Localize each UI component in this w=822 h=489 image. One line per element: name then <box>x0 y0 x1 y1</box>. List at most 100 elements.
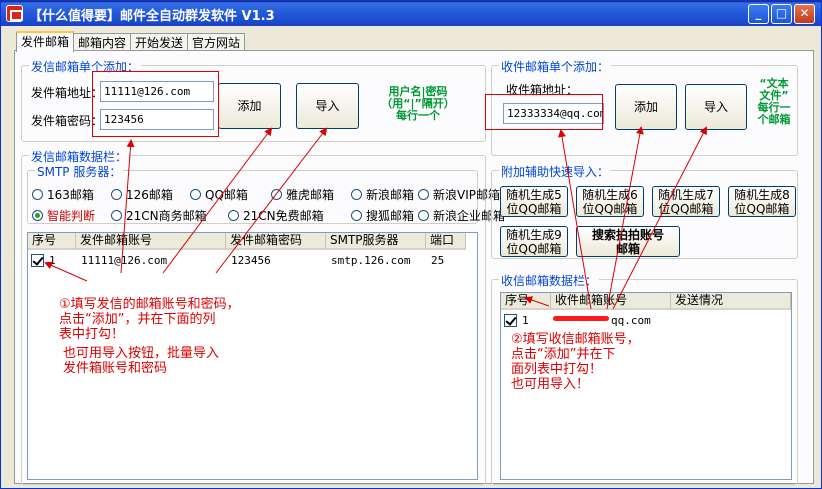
row-no: 1 <box>49 253 56 267</box>
tab-strip: 发件邮箱 邮箱内容 开始发送 官方网站 <box>16 31 246 52</box>
smtp-radio-6[interactable]: 智能判断 <box>32 207 95 224</box>
sender-add-button[interactable]: 添加 <box>218 83 281 129</box>
radio-circle-icon <box>190 189 201 200</box>
random-qq8-label-2: 位QQ邮箱 <box>734 201 790 216</box>
smtp-radio-1[interactable]: 126邮箱 <box>111 186 173 203</box>
smtp-radio-label: 新浪VIP邮箱 <box>433 188 500 202</box>
random-qq9-label-2: 位QQ邮箱 <box>506 241 562 256</box>
mail-app-icon <box>6 5 23 22</box>
table-row[interactable]: 1 11111@126.com 123456 smtp.126.com 25 <box>28 252 466 268</box>
smtp-radio-5[interactable]: 新浪VIP邮箱 <box>418 186 500 203</box>
search-paipai-label-1: 搜索拍拍账号 <box>591 227 664 242</box>
annotation-sender-import-line-2: 发件箱账号和密码 <box>63 361 168 376</box>
row-account: 11111@126.com <box>81 253 168 267</box>
col-recv-account[interactable]: 收件邮箱账号 <box>551 293 671 310</box>
row-no-cell: 1 <box>28 253 76 267</box>
random-qq7-label-1: 随机生成7 <box>658 187 714 202</box>
smtp-radio-0[interactable]: 163邮箱 <box>32 186 94 203</box>
search-paipai-label-2: 邮箱 <box>615 241 640 256</box>
smtp-radio-label: 雅虎邮箱 <box>286 188 335 202</box>
smtp-radio-3[interactable]: 雅虎邮箱 <box>271 186 334 203</box>
sender-import-note: 用户名|密码 （用“|”隔开） 每行一个 <box>366 86 470 122</box>
random-qq5-button[interactable]: 随机生成5 位QQ邮箱 <box>500 186 568 217</box>
search-paipai-button[interactable]: 搜索拍拍账号 邮箱 <box>576 226 680 257</box>
annotation-recv: ②填写收信邮箱账号， 点击“添加”并在下 面列表中打勾！ 也可用导入！ <box>511 332 640 392</box>
smtp-radio-label: 163邮箱 <box>47 188 94 202</box>
smtp-radio-8[interactable]: 21CN免费邮箱 <box>228 207 324 224</box>
row-checkbox[interactable] <box>31 253 44 267</box>
smtp-radio-label: 搜狐邮箱 <box>366 209 415 223</box>
smtp-radio-label: QQ邮箱 <box>205 188 248 202</box>
annotation-sender-import-line-1: 也可用导入按钮，批量导入 <box>63 346 220 361</box>
window-title: 【什么值得要】邮件全自动群发软件 V1.3 <box>29 9 275 24</box>
row-smtp: smtp.126.com <box>331 253 411 267</box>
col-account[interactable]: 发件邮箱账号 <box>76 233 226 250</box>
recv-add-legend: 收件邮箱单个添加： <box>499 58 612 75</box>
col-recv-status[interactable]: 发送情况 <box>671 293 791 310</box>
sender-import-button[interactable]: 导入 <box>296 83 359 129</box>
random-qq5-label-1: 随机生成5 <box>506 187 562 202</box>
radio-circle-icon <box>351 210 362 221</box>
sender-note-line-3: 每行一个 <box>396 109 440 122</box>
title-bar[interactable]: 【什么值得要】邮件全自动群发软件 V1.3 _ □ ✕ <box>1 1 821 26</box>
col-recv-no[interactable]: 序号 <box>501 293 551 310</box>
close-button[interactable]: ✕ <box>794 4 815 24</box>
col-password[interactable]: 发件邮箱密码 <box>226 233 326 250</box>
smtp-radio-7[interactable]: 21CN商务邮箱 <box>111 207 207 224</box>
smtp-radio-4[interactable]: 新浪邮箱 <box>351 186 414 203</box>
recv-input-highlight <box>485 94 603 130</box>
col-port[interactable]: 端口 <box>426 233 466 250</box>
radio-circle-icon <box>32 210 43 221</box>
random-qq8-label-1: 随机生成8 <box>734 187 790 202</box>
sender-list-header: 序号 发件邮箱账号 发件邮箱密码 SMTP服务器 端口 <box>28 233 466 250</box>
smtp-radio-2[interactable]: QQ邮箱 <box>190 186 248 203</box>
recv-row-checkbox[interactable] <box>504 313 517 327</box>
smtp-radio-label: 21CN商务邮箱 <box>126 209 207 223</box>
smtp-radio-label: 智能判断 <box>47 209 96 223</box>
annotation-sender-import: 也可用导入按钮，批量导入 发件箱账号和密码 <box>63 346 219 376</box>
sender-input-highlight <box>92 71 219 137</box>
recv-import-button[interactable]: 导入 <box>685 84 747 130</box>
app-window: 【什么值得要】邮件全自动群发软件 V1.3 _ □ ✕ 发件邮箱 邮箱内容 开始… <box>0 0 822 489</box>
recv-note-line-4: 个邮箱 <box>757 113 791 126</box>
recv-import-note: “文本 文件” 每行一 个邮箱 <box>752 78 796 126</box>
random-qq7-button[interactable]: 随机生成7 位QQ邮箱 <box>652 186 720 217</box>
row-port: 25 <box>431 253 445 267</box>
minimize-button[interactable]: _ <box>748 4 769 24</box>
table-row[interactable]: 1 qq.com <box>501 312 791 328</box>
smtp-radio-label: 126邮箱 <box>126 188 173 202</box>
random-qq9-button[interactable]: 随机生成9 位QQ邮箱 <box>500 226 568 257</box>
random-qq5-label-2: 位QQ邮箱 <box>506 201 562 216</box>
random-qq8-button[interactable]: 随机生成8 位QQ邮箱 <box>728 186 796 217</box>
random-qq9-label-1: 随机生成9 <box>506 227 562 242</box>
recv-data-legend: 收信邮箱数据栏： <box>499 272 600 289</box>
annotation-recv-line-1: ②填写收信邮箱账号， <box>511 332 640 347</box>
radio-circle-icon <box>418 210 429 221</box>
radio-circle-icon <box>418 189 429 200</box>
redaction-mark <box>553 316 609 321</box>
random-qq7-label-2: 位QQ邮箱 <box>658 201 714 216</box>
annotation-sender: ①填写发信的邮箱账号和密码， 点击“添加”，并在下面的列 表中打勾！ <box>59 297 240 342</box>
random-qq6-button[interactable]: 随机生成6 位QQ邮箱 <box>576 186 644 217</box>
col-no[interactable]: 序号 <box>28 233 76 250</box>
annotation-recv-line-3: 面列表中打勾！ <box>511 362 603 377</box>
annotation-sender-line-3: 表中打勾！ <box>59 327 125 342</box>
aux-import-legend: 附加辅助快速导入： <box>499 163 612 180</box>
smtp-radio-9[interactable]: 搜狐邮箱 <box>351 207 414 224</box>
radio-circle-icon <box>271 189 282 200</box>
smtp-server-legend: SMTP 服务器： <box>35 163 124 180</box>
radio-circle-icon <box>351 189 362 200</box>
recv-row-no-cell: 1 <box>501 313 551 327</box>
maximize-button[interactable]: □ <box>771 4 792 24</box>
radio-circle-icon <box>111 189 122 200</box>
annotation-sender-line-2: 点击“添加”，并在下面的列 <box>59 312 216 327</box>
annotation-recv-line-2: 点击“添加”并在下 <box>511 347 616 362</box>
col-smtp[interactable]: SMTP服务器 <box>326 233 426 250</box>
recv-add-button[interactable]: 添加 <box>615 84 677 130</box>
aux-import-group: 附加辅助快速导入： 随机生成5 位QQ邮箱 随机生成6 位QQ邮箱 随机生成7 位QQ… <box>491 163 798 259</box>
tab-sender-mailbox[interactable]: 发件邮箱 <box>16 31 75 52</box>
sender-add-group: 发信邮箱单个添加： 发件箱地址： 11111@126.com 发件箱密码： 12… <box>21 58 486 142</box>
row-password: 123456 <box>231 253 271 267</box>
recv-row-no: 1 <box>522 313 529 327</box>
recv-list-header: 序号 收件邮箱账号 发送情况 <box>501 293 791 310</box>
